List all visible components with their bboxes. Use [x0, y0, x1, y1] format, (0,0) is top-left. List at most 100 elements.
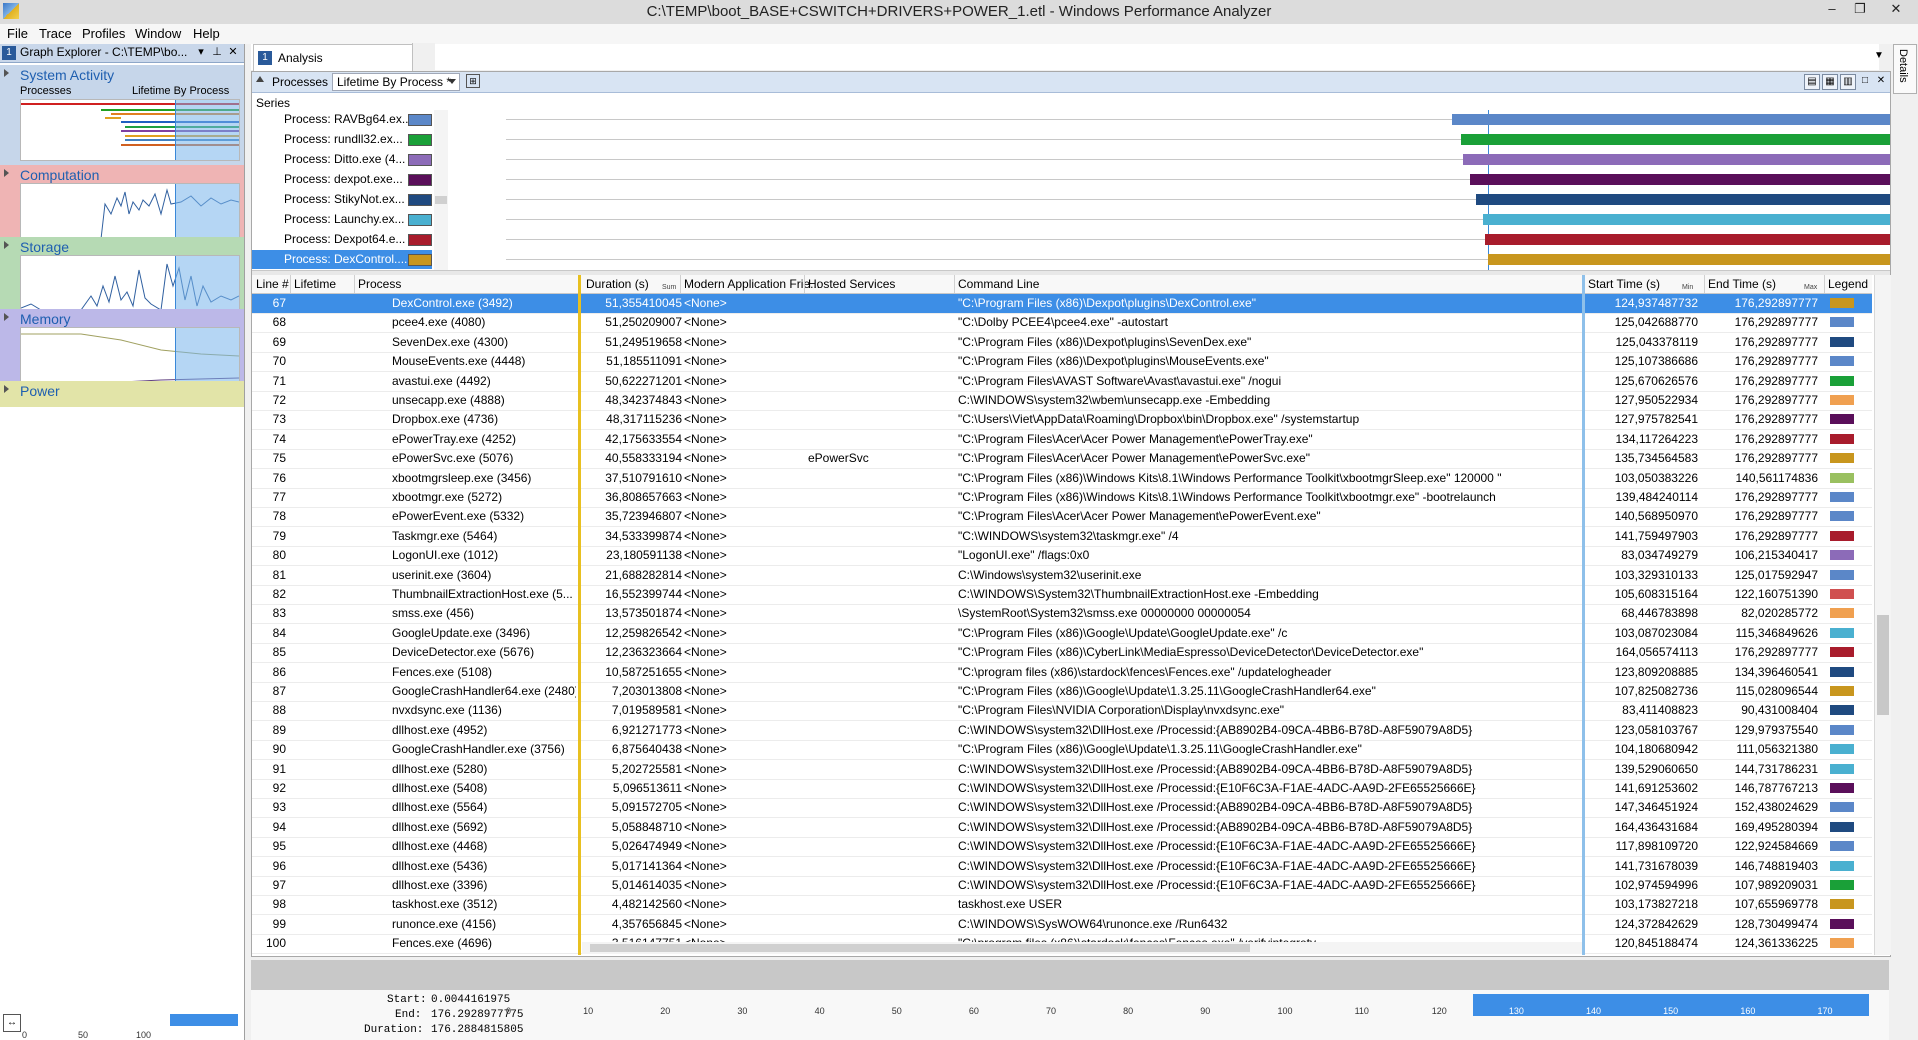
expand-arrow-icon[interactable]: [4, 385, 9, 393]
col-header-hosted-services[interactable]: Hosted Services: [808, 277, 895, 291]
lifetime-gantt-chart[interactable]: [506, 110, 1890, 270]
column-divider[interactable]: [290, 275, 291, 293]
graph-config-icon[interactable]: ⊞: [466, 74, 480, 88]
category-storage[interactable]: Storage: [0, 237, 244, 313]
series-row[interactable]: Process: Dexpot64.e...: [252, 230, 432, 249]
graph-and-table-icon[interactable]: ▤: [1804, 74, 1820, 90]
table-row[interactable]: 99 runonce.exe (4156) 4,357656845 <None> C:\…: [252, 915, 1872, 935]
table-row[interactable]: 69 SevenDex.exe (4300) 51,249519658 <None> "…: [252, 333, 1872, 353]
col-header-duration[interactable]: Duration (s): [586, 277, 649, 291]
table-row[interactable]: 71 avastui.exe (4492) 50,622271201 <None> "C…: [252, 372, 1872, 392]
menu-profiles[interactable]: Profiles: [82, 26, 125, 41]
col-header-modern-app[interactable]: Modern Application Frie...: [684, 277, 820, 291]
gantt-bar[interactable]: [1475, 194, 1890, 205]
table-row[interactable]: 81 userinit.exe (3604) 21,688282814 <None> C…: [252, 566, 1872, 586]
table-row[interactable]: 77 xbootmgr.exe (5272) 36,808657663 <None> "…: [252, 488, 1872, 508]
table-row[interactable]: 68 pcee4.exe (4080) 51,250209007 <None> "C:\…: [252, 313, 1872, 334]
table-row[interactable]: 87 GoogleCrashHandler64.exe (2480) 7,20301…: [252, 682, 1872, 702]
table-row[interactable]: 93 dllhost.exe (5564) 5,091572705 <None> C:\…: [252, 798, 1872, 819]
series-row-selected[interactable]: Process: DexControl....: [252, 250, 432, 269]
col-header-line[interactable]: Line #: [256, 277, 289, 291]
table-row[interactable]: 85 DeviceDetector.exe (5676) 12,236323664 <…: [252, 643, 1872, 664]
panel-close-icon[interactable]: ✕: [226, 45, 240, 58]
gantt-bar[interactable]: [1488, 254, 1890, 265]
maximize-button[interactable]: ❐: [1846, 0, 1874, 20]
scrollbar-thumb[interactable]: [1877, 615, 1889, 715]
table-row[interactable]: 73 Dropbox.exe (4736) 48,317115236 <None> "C…: [252, 410, 1872, 431]
table-row[interactable]: 91 dllhost.exe (5280) 5,202725581 <None> C:\…: [252, 760, 1872, 780]
table-row[interactable]: 76 xbootmgrsleep.exe (3456) 37,510791610 <N…: [252, 469, 1872, 489]
expand-arrow-icon[interactable]: [4, 69, 9, 77]
zoom-fit-icon[interactable]: ↔: [3, 1014, 21, 1032]
table-row[interactable]: 74 ePowerTray.exe (4252) 42,175633554 <None…: [252, 430, 1872, 450]
column-divider[interactable]: [354, 275, 355, 293]
collapse-icon[interactable]: [256, 76, 264, 82]
minimize-button[interactable]: –: [1818, 0, 1846, 20]
col-header-end-time[interactable]: End Time (s): [1708, 277, 1776, 291]
expand-arrow-icon[interactable]: [4, 313, 9, 321]
graph-only-icon[interactable]: ▦: [1822, 74, 1838, 90]
col-header-process[interactable]: Process: [358, 277, 401, 291]
category-label[interactable]: Memory: [20, 311, 71, 327]
col-header-start-time[interactable]: Start Time (s): [1588, 277, 1660, 291]
preset-dropdown[interactable]: Lifetime By Process *: [332, 73, 460, 91]
table-row[interactable]: 86 Fences.exe (5108) 10,587251655 <None> "C:…: [252, 663, 1872, 683]
col-header-legend[interactable]: Legend: [1828, 277, 1868, 291]
menu-file[interactable]: File: [7, 26, 28, 41]
series-row[interactable]: Process: RAVBg64.ex...: [252, 110, 432, 129]
table-row[interactable]: 79 Taskmgr.exe (5464) 34,533399874 <None> "C…: [252, 527, 1872, 547]
table-row[interactable]: 92 dllhost.exe (5408) 5,096513611 <None> C:\…: [252, 779, 1872, 799]
table-row[interactable]: 78 ePowerEvent.exe (5332) 35,723946807 <Non…: [252, 507, 1872, 528]
scrollbar-thumb[interactable]: [590, 944, 1250, 952]
table-horizontal-scrollbar[interactable]: [582, 942, 1582, 954]
panel-menu-icon[interactable]: ▾: [194, 45, 208, 58]
scrollbar-thumb[interactable]: [435, 196, 447, 204]
table-row[interactable]: 88 nvxdsync.exe (1136) 7,019589581 <None> "C…: [252, 701, 1872, 722]
table-row[interactable]: 82 ThumbnailExtractionHost.exe (5... 16,55…: [252, 585, 1872, 605]
expand-arrow-icon[interactable]: [4, 169, 9, 177]
menu-help[interactable]: Help: [193, 26, 220, 41]
category-label[interactable]: System Activity: [20, 67, 114, 83]
gantt-bar[interactable]: [1463, 154, 1890, 165]
table-row[interactable]: 70 MouseEvents.exe (4448) 51,185511091 <Non…: [252, 352, 1872, 373]
table-row[interactable]: 96 dllhost.exe (5436) 5,017141364 <None> C:\…: [252, 857, 1872, 877]
category-system-activity[interactable]: System Activity Processes Lifetime By Pr…: [0, 65, 244, 165]
pin-icon[interactable]: ⊥: [210, 45, 224, 58]
tab-analysis[interactable]: 1 Analysis: [253, 43, 435, 71]
category-label[interactable]: Power: [20, 383, 60, 399]
category-computation[interactable]: Computation: [0, 165, 244, 241]
series-row[interactable]: Process: Ditto.exe (4...: [252, 150, 432, 169]
series-row[interactable]: Process: StikyNot.ex...: [252, 190, 432, 209]
maximize-view-icon[interactable]: □: [1858, 74, 1872, 88]
category-label[interactable]: Storage: [20, 239, 69, 255]
table-row-selected[interactable]: 67 DexControl.exe (3492) 51,355410045 <None…: [252, 294, 1872, 314]
category-power[interactable]: Power: [0, 381, 244, 407]
details-side-tab[interactable]: Details: [1893, 44, 1917, 94]
memory-thumbnail[interactable]: [20, 327, 240, 385]
col-header-lifetime[interactable]: Lifetime: [294, 277, 336, 291]
series-row[interactable]: Process: dexpot.exe...: [252, 170, 432, 189]
gantt-bar[interactable]: [1469, 174, 1890, 185]
storage-thumbnail[interactable]: [20, 255, 240, 313]
menu-trace[interactable]: Trace: [39, 26, 72, 41]
table-row[interactable]: 95 dllhost.exe (4468) 5,026474949 <None> C:\…: [252, 837, 1872, 858]
gantt-bar[interactable]: [1485, 234, 1890, 245]
table-row[interactable]: 84 GoogleUpdate.exe (3496) 12,259826542 <No…: [252, 624, 1872, 644]
expand-arrow-icon[interactable]: [4, 241, 9, 249]
category-label[interactable]: Computation: [20, 167, 99, 183]
table-row[interactable]: 90 GoogleCrashHandler.exe (3756) 6,8756404…: [252, 740, 1872, 761]
computation-thumbnail[interactable]: [20, 183, 240, 241]
column-divider[interactable]: [680, 275, 681, 293]
column-divider[interactable]: [954, 275, 955, 293]
close-button[interactable]: ✕: [1878, 0, 1914, 20]
column-divider[interactable]: [804, 275, 805, 293]
table-row[interactable]: 89 dllhost.exe (4952) 6,921271773 <None> C:\…: [252, 721, 1872, 741]
gantt-bar[interactable]: [1483, 214, 1890, 225]
gantt-bar[interactable]: [1451, 114, 1890, 125]
series-row[interactable]: Process: rundll32.ex...: [252, 130, 432, 149]
table-row[interactable]: 98 taskhost.exe (3512) 4,482142560 <None> ta…: [252, 895, 1872, 916]
category-memory[interactable]: Memory: [0, 309, 244, 385]
tab-list-dropdown-icon[interactable]: ▼: [1874, 50, 1884, 61]
system-activity-thumbnail[interactable]: [20, 99, 240, 161]
series-row[interactable]: Process: Launchy.ex...: [252, 210, 432, 229]
